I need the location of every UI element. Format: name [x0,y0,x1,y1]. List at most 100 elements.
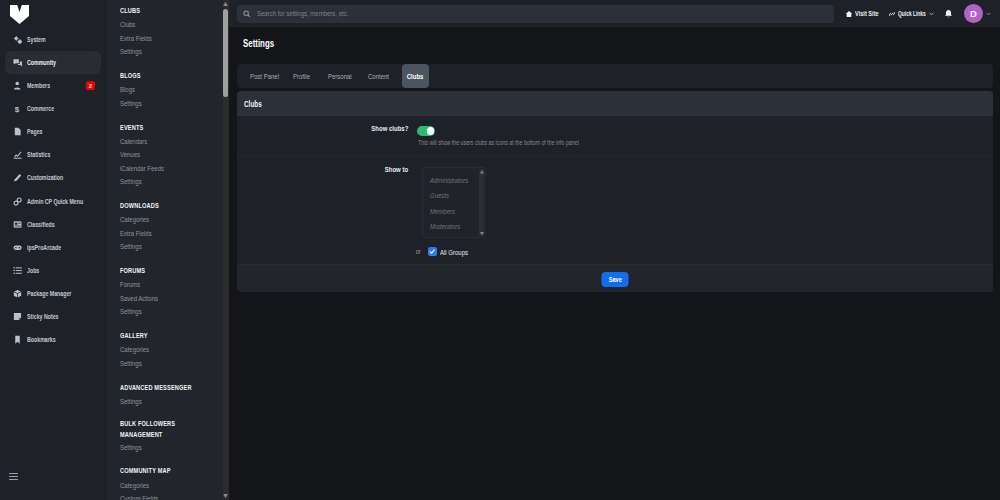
or-label: or [416,247,421,256]
sidebar-item-package-manager[interactable]: Package Manager [5,282,101,305]
gears-icon [13,35,22,44]
sidebar-item-statistics[interactable]: Statistics [5,143,101,166]
submenu-item-icalendar-feeds[interactable]: iCalendar Feeds [120,164,164,173]
sidebar-item-members[interactable]: Members2 [5,74,101,97]
file-icon [13,127,22,136]
submenu-item-custom-fields[interactable]: Custom Fields [120,494,158,500]
listbox-option-moderators[interactable]: Moderators [430,219,485,234]
all-groups-checkbox[interactable] [428,247,437,256]
submenu-item-categories[interactable]: Categories [120,215,149,224]
submenu-item-clubs[interactable]: Clubs [120,20,135,29]
sidebar-item-sticky-notes[interactable]: Sticky Notes [5,305,101,328]
submenu-item-settings[interactable]: Settings [120,307,142,316]
submenu-section-title: BLOGS [120,71,141,82]
sidebar-item-label: Package Manager [27,290,71,297]
scroll-up-icon [480,170,484,174]
listbox-option-members[interactable]: Members [430,204,485,219]
submenu-item-extra-fields[interactable]: Extra Fields [120,34,152,43]
tab-content[interactable]: Content [368,64,396,88]
sidebar-item-label: Statistics [27,151,50,158]
sidebar-item-system[interactable]: System [5,28,101,51]
submenu-item-saved-actions[interactable]: Saved Actions [120,294,158,303]
panel-header: Clubs [237,91,993,116]
sidebar-item-admin-cp-quick-menu[interactable]: Admin CP Quick Menu [5,189,101,212]
submenu-section-forums: FORUMSForumsSaved ActionsSettings [120,265,229,319]
submenu-item-settings[interactable]: Settings [120,177,142,186]
submenu-item-settings[interactable]: Settings [120,397,142,406]
menu-icon[interactable] [9,473,18,480]
bell-icon[interactable] [944,0,953,27]
sidebar-item-bookmarks[interactable]: Bookmarks [5,328,101,351]
show-clubs-toggle[interactable] [417,126,435,136]
submenu-item-settings[interactable]: Settings [120,359,142,368]
sidebar-item-customization[interactable]: Customization [5,166,101,189]
home-icon[interactable] [845,0,853,27]
submenu-item-venues[interactable]: Venues [120,150,140,159]
quick-links-icon[interactable] [888,0,896,27]
sidebar-item-label: Bookmarks [27,336,56,343]
sidebar-item-jobs[interactable]: Jobs [5,259,101,282]
sidebar-item-label: Community [27,59,56,66]
scroll-down-icon [480,232,484,236]
sidebar-item-label: Admin CP Quick Menu [27,198,83,205]
listbox-option-guests[interactable]: Guests [430,188,485,203]
visit-site-link[interactable]: Visit Site [855,0,887,27]
link-icon [13,197,22,206]
chat-icon [13,58,22,67]
submenu-item-categories[interactable]: Categories [120,345,149,354]
tab-personal[interactable]: Personal [328,64,360,88]
form-row-show-clubs: Show clubs? This will show the users clu… [237,116,993,157]
submenu-section-gallery: GALLERYCategoriesSettings [120,330,229,371]
invision-logo-icon[interactable] [10,5,29,24]
submenu-item-settings[interactable]: Settings [120,242,142,251]
submenu-scrollbar[interactable] [223,0,229,500]
submenu-section-title: DOWNLOADS [120,201,159,212]
sidebar-item-label: Sticky Notes [27,313,59,320]
gamepad-icon [13,243,22,252]
submenu-item-calendars[interactable]: Calendars [120,137,147,146]
save-button[interactable]: Save [602,272,629,287]
notification-badge: 2 [86,81,95,90]
tab-clubs[interactable]: Clubs [402,64,429,88]
submenu-item-forums[interactable]: Forums [120,280,140,289]
sidebar-item-classifieds[interactable]: Classifieds [5,213,101,236]
chart-icon [13,150,22,159]
sidebar-item-pages[interactable]: Pages [5,120,101,143]
listbox-scrollbar[interactable] [479,169,484,236]
submenu-item-settings[interactable]: Settings [120,99,142,108]
submenu-section-blogs: BLOGS Blogs Settings [120,70,229,111]
submenu-section-downloads: DOWNLOADS Categories Extra Fields Settings [120,200,229,254]
tab-post-panel[interactable]: Post Panel [250,64,289,88]
submenu-section-bulk-followers-management: BULK FOLLOWERS MANAGEMENT Settings [120,419,229,454]
show-clubs-label: Show clubs? [371,124,408,133]
submenu-section-advanced-messenger: ADVANCED MESSENGER Settings [120,381,229,408]
tab-profile[interactable]: Profile [293,64,316,88]
submenu-section-title: CLUBS [120,6,140,17]
sidebar-item-commerce[interactable]: $Commerce [5,97,101,120]
settings-panel: Clubs Show clubs? This will show the use… [237,91,993,292]
submenu-section-clubs: CLUBS Clubs Extra Fields Settings [120,5,229,59]
submenu-section-title: ADVANCED MESSENGER [120,383,192,394]
search-input[interactable]: Search for settings, members, etc. [237,5,834,23]
sidebar-item-label: ipsProArcade [27,244,61,251]
submenu-item-settings[interactable]: Settings [120,47,142,56]
sidebar-item-community[interactable]: Community [5,51,101,74]
sidebar-item-label: Pages [27,128,42,135]
submenu-item-settings[interactable]: Settings [120,443,142,452]
sidebar-item-label: System [27,36,46,43]
person-icon [13,81,22,90]
sidebar-item-ipsproarcade[interactable]: ipsProArcade [5,236,101,259]
sidebar-item-label: Commerce [27,105,54,112]
scrollbar-thumb[interactable] [223,9,228,97]
chevron-down-icon [929,0,934,27]
listbox-option-administrators[interactable]: Administrators [430,173,485,188]
show-to-listbox[interactable]: AdministratorsGuestsMembersModerators [422,167,486,238]
avatar[interactable]: D [964,4,983,23]
submenu-item-extra-fields[interactable]: Extra Fields [120,229,152,238]
avatar-chevron-down-icon[interactable] [986,0,991,27]
submenu-item-categories[interactable]: Categories [120,481,149,490]
submenu-item-blogs[interactable]: Blogs [120,85,135,94]
submenu-section-title: BULK FOLLOWERS MANAGEMENT [120,419,197,440]
show-clubs-help: This will show the users clubs as icons … [418,139,579,146]
tabs-bar: Post PanelProfile Personal ContentClubs [237,64,993,88]
